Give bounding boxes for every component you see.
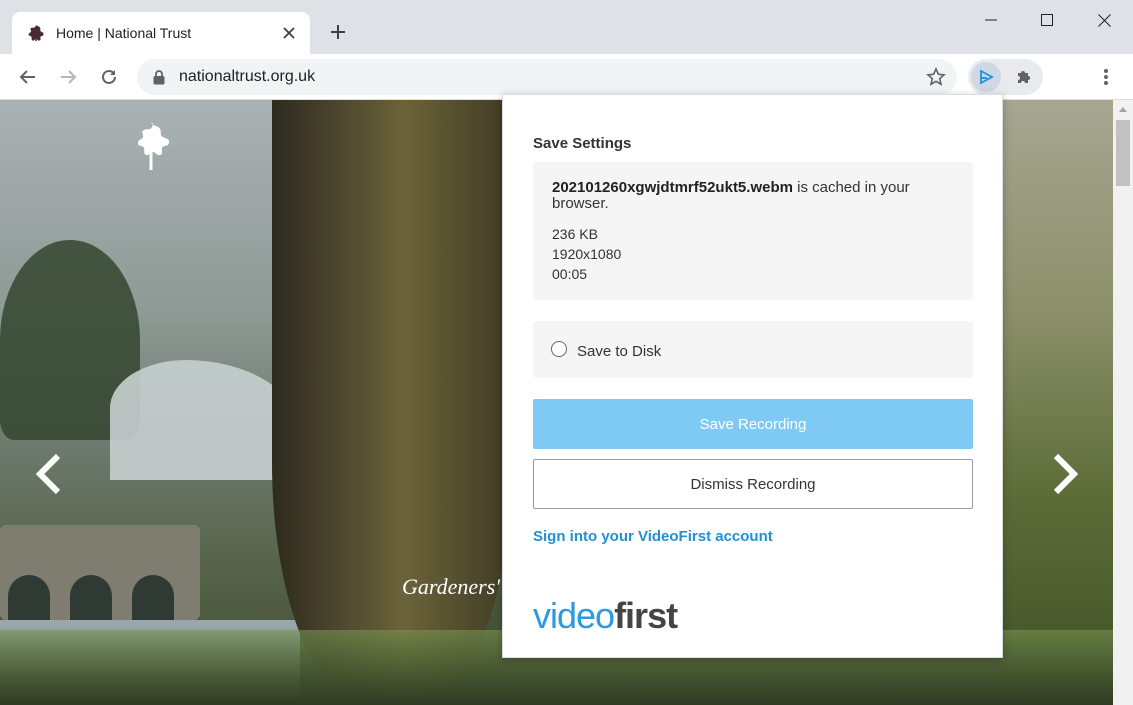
puzzle-icon[interactable] — [1009, 62, 1039, 92]
carousel-prev-icon[interactable] — [32, 452, 66, 496]
videofirst-logo: videofirst — [533, 595, 678, 636]
address-bar[interactable]: nationaltrust.org.uk — [137, 59, 957, 95]
recording-meta: 236 KB 1920x1080 00:05 — [552, 224, 955, 284]
file-size: 236 KB — [552, 226, 598, 242]
popup-heading: Save Settings — [533, 135, 632, 152]
videofirst-popup: Save Settings 202101260xgwjdtmrf52ukt5.w… — [502, 94, 1003, 658]
cached-message: 202101260xgwjdtmrf52ukt5.webm is cached … — [552, 180, 955, 212]
save-to-disk-radio[interactable] — [551, 340, 567, 357]
arrow-right-icon[interactable] — [53, 62, 83, 92]
save-to-disk-label[interactable]: Save to Disk — [577, 343, 661, 360]
save-to-disk-option[interactable]: Save to Disk — [533, 321, 973, 378]
oak-leaf-logo-icon[interactable] — [124, 120, 178, 172]
save-recording-button[interactable]: Save Recording — [533, 399, 973, 449]
signin-link[interactable]: Sign into your VideoFirst account — [533, 528, 773, 545]
tab-title: Home | National Trust — [56, 25, 192, 41]
lock-icon[interactable] — [151, 69, 167, 85]
minimize-icon[interactable] — [963, 0, 1019, 40]
scroll-up-icon[interactable] — [1113, 100, 1133, 118]
tab-strip: Home | National Trust — [0, 0, 1133, 54]
hero-bridge — [0, 525, 200, 620]
close-icon[interactable] — [276, 20, 302, 46]
star-icon[interactable] — [921, 62, 951, 92]
reload-icon[interactable] — [94, 62, 124, 92]
page-scrollbar[interactable] — [1113, 100, 1133, 705]
dismiss-recording-button[interactable]: Dismiss Recording — [533, 459, 973, 509]
file-name: 202101260xgwjdtmrf52ukt5.webm — [552, 179, 793, 196]
extensions-area — [968, 59, 1043, 95]
recording-info-card: 202101260xgwjdtmrf52ukt5.webm is cached … — [533, 162, 973, 300]
carousel-next-icon[interactable] — [1048, 452, 1082, 496]
maximize-icon[interactable] — [1019, 0, 1075, 40]
window-close-icon[interactable] — [1076, 0, 1132, 40]
kebab-menu-icon[interactable] — [1091, 62, 1121, 92]
scroll-thumb[interactable] — [1116, 120, 1130, 186]
tab-national-trust[interactable]: Home | National Trust — [12, 12, 310, 54]
plus-icon[interactable] — [324, 18, 352, 46]
arrow-left-icon[interactable] — [13, 62, 43, 92]
url-text[interactable]: nationaltrust.org.uk — [179, 68, 921, 86]
hero-tree-trunk — [272, 100, 512, 705]
videofirst-play-icon[interactable] — [971, 62, 1001, 92]
hero-caption[interactable]: Gardeners' — [402, 574, 500, 600]
oak-leaf-icon — [26, 23, 46, 43]
duration: 00:05 — [552, 266, 588, 282]
resolution: 1920x1080 — [552, 246, 622, 262]
